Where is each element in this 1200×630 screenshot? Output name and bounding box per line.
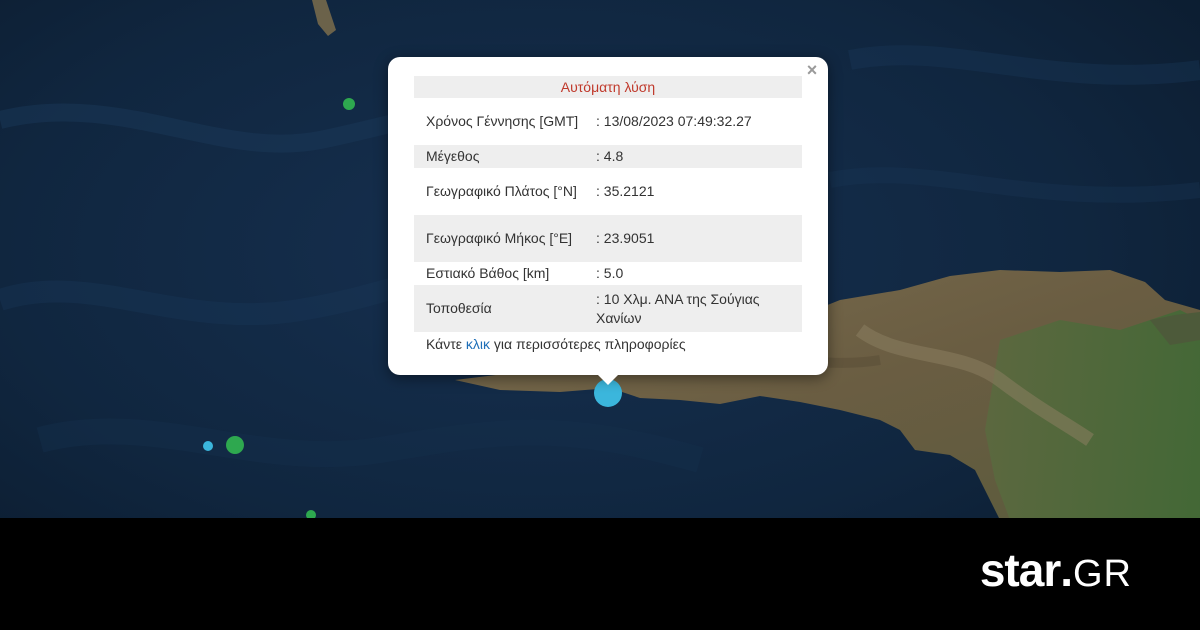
- row-value: : 13/08/2023 07:49:32.27: [596, 113, 752, 129]
- row-value: : 23.9051: [596, 215, 802, 262]
- row-label: Γεωγραφικό Μήκος [°E]: [414, 215, 596, 262]
- close-icon[interactable]: ×: [804, 61, 820, 79]
- row-value: : 5.0: [596, 265, 624, 281]
- earthquake-marker[interactable]: [343, 98, 355, 110]
- earthquake-info-popup: × Αυτόματη λύση Χρόνος Γέννησης [GMT] : …: [388, 57, 828, 375]
- more-info-link[interactable]: κλικ: [466, 336, 490, 352]
- table-row: Μέγεθος : 4.8: [414, 145, 802, 168]
- more-info-prefix: Κάντε: [426, 336, 466, 352]
- earthquake-marker[interactable]: [226, 436, 244, 454]
- brand-name: star: [979, 544, 1061, 596]
- table-row: Εστιακό Βάθος [km] : 5.0: [414, 262, 802, 285]
- brand-logo: star.GR: [980, 540, 1132, 600]
- popup-pointer: [597, 374, 619, 385]
- brand-domain: GR: [1073, 553, 1132, 595]
- row-value: : 10 Χλμ. ΑΝΑ της Σούγιας Χανίων: [596, 285, 802, 332]
- table-row: Γεωγραφικό Μήκος [°E] : 23.9051: [414, 215, 802, 262]
- row-label: Μέγεθος: [414, 145, 596, 168]
- brand-separator: .: [1060, 544, 1073, 596]
- row-label: Γεωγραφικό Πλάτος [°N]: [426, 183, 577, 199]
- row-value: : 4.8: [596, 145, 802, 168]
- more-info-note: Κάντε κλικ για περισσότερες πληροφορίες: [426, 336, 686, 352]
- row-label: Χρόνος Γέννησης [GMT]: [426, 113, 579, 129]
- more-info-suffix: για περισσότερες πληροφορίες: [490, 336, 686, 352]
- earthquake-details-table: Χρόνος Γέννησης [GMT] : 13/08/2023 07:49…: [414, 98, 802, 332]
- earthquake-marker[interactable]: [203, 441, 213, 451]
- table-row: Τοποθεσία : 10 Χλμ. ΑΝΑ της Σούγιας Χανί…: [414, 285, 802, 332]
- row-label: Τοποθεσία: [414, 285, 596, 332]
- row-value: : 35.2121: [596, 183, 655, 199]
- table-row: Χρόνος Γέννησης [GMT] : 13/08/2023 07:49…: [414, 98, 802, 145]
- table-row: Γεωγραφικό Πλάτος [°N] : 35.2121: [414, 168, 802, 215]
- popup-title: Αυτόματη λύση: [414, 76, 802, 98]
- row-label: Εστιακό Βάθος [km]: [426, 265, 550, 281]
